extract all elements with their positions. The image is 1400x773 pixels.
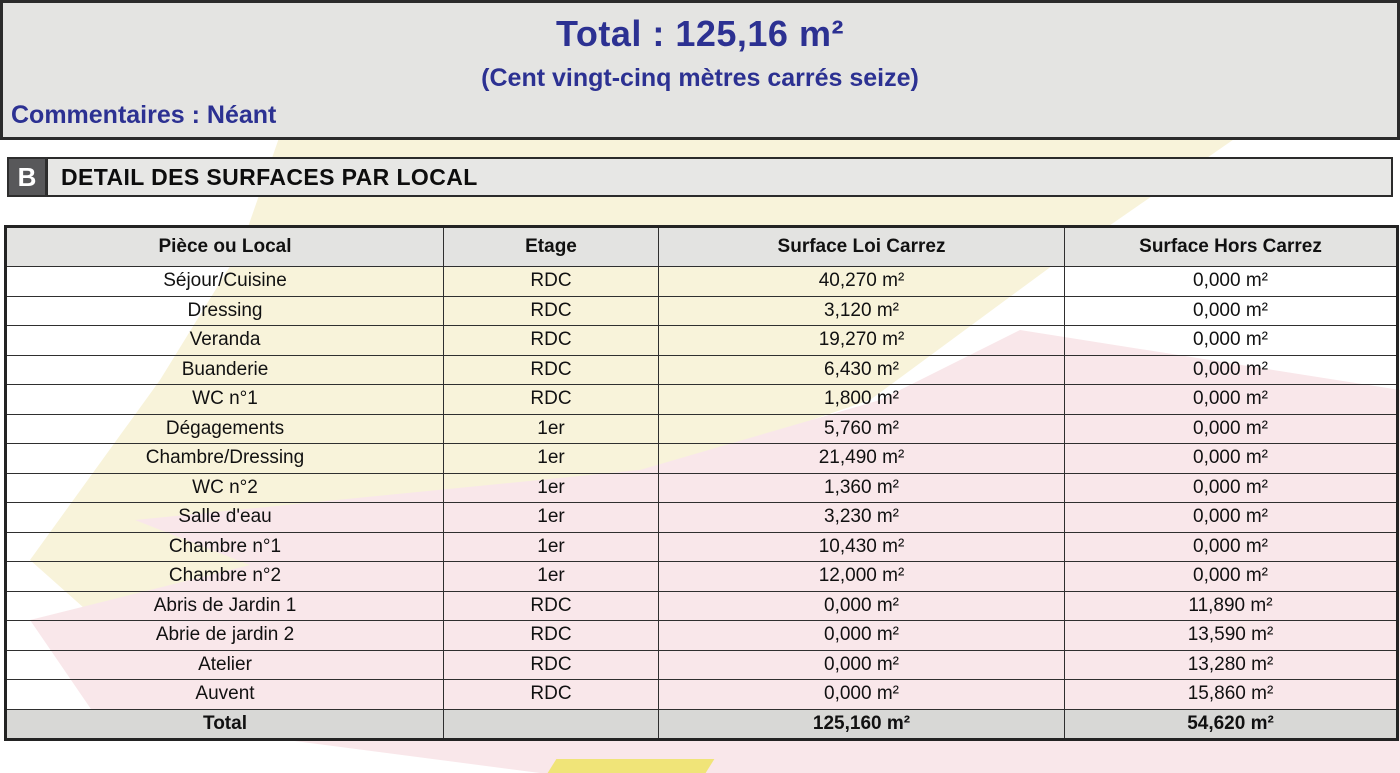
cell-etage: 1er [444,562,659,592]
table-row: Salle d'eau1er3,230 m²0,000 m² [6,503,1398,533]
cell-piece: Abrie de jardin 2 [6,621,444,651]
cell-piece: Veranda [6,326,444,356]
cell-etage: 1er [444,473,659,503]
total-etage-cell [444,709,659,739]
table-row: WC n°21er1,360 m²0,000 m² [6,473,1398,503]
cell-etage: RDC [444,680,659,710]
cell-loi-carrez: 1,800 m² [659,385,1065,415]
cell-etage: RDC [444,591,659,621]
section-title: DETAIL DES SURFACES PAR LOCAL [47,157,1393,197]
cell-piece: WC n°2 [6,473,444,503]
table-row: Séjour/CuisineRDC40,270 m²0,000 m² [6,267,1398,297]
cell-loi-carrez: 6,430 m² [659,355,1065,385]
cell-loi-carrez: 5,760 m² [659,414,1065,444]
cell-loi-carrez: 10,430 m² [659,532,1065,562]
total-label-cell: Total [6,709,444,739]
cell-etage: 1er [444,414,659,444]
surfaces-table: Pièce ou Local Etage Surface Loi Carrez … [4,225,1399,741]
table-row: AtelierRDC0,000 m²13,280 m² [6,650,1398,680]
table-row: VerandaRDC19,270 m²0,000 m² [6,326,1398,356]
cell-hors-carrez: 0,000 m² [1065,296,1398,326]
cell-hors-carrez: 0,000 m² [1065,414,1398,444]
cell-piece: Abris de Jardin 1 [6,591,444,621]
cell-loi-carrez: 0,000 m² [659,591,1065,621]
cell-etage: RDC [444,296,659,326]
cell-etage: RDC [444,621,659,651]
cell-loi-carrez: 21,490 m² [659,444,1065,474]
col-header-hors-carrez: Surface Hors Carrez [1065,227,1398,267]
cell-hors-carrez: 0,000 m² [1065,503,1398,533]
cell-hors-carrez: 0,000 m² [1065,267,1398,297]
cell-piece: Buanderie [6,355,444,385]
table-body: Séjour/CuisineRDC40,270 m²0,000 m²Dressi… [6,267,1398,710]
cell-loi-carrez: 0,000 m² [659,621,1065,651]
cell-piece: Séjour/Cuisine [6,267,444,297]
cell-hors-carrez: 0,000 m² [1065,444,1398,474]
cell-loi-carrez: 12,000 m² [659,562,1065,592]
cell-hors-carrez: 0,000 m² [1065,385,1398,415]
table-row: Dégagements1er5,760 m²0,000 m² [6,414,1398,444]
cell-etage: RDC [444,267,659,297]
table-row: BuanderieRDC6,430 m²0,000 m² [6,355,1398,385]
cell-etage: RDC [444,650,659,680]
cell-piece: Chambre/Dressing [6,444,444,474]
col-header-loi-carrez: Surface Loi Carrez [659,227,1065,267]
cell-piece: Auvent [6,680,444,710]
watermark-yellow-accent [548,759,715,773]
table-row: Abrie de jardin 2RDC0,000 m²13,590 m² [6,621,1398,651]
cell-hors-carrez: 0,000 m² [1065,326,1398,356]
cell-piece: Chambre n°1 [6,532,444,562]
cell-piece: Dégagements [6,414,444,444]
table-row: AuventRDC0,000 m²15,860 m² [6,680,1398,710]
cell-piece: WC n°1 [6,385,444,415]
total-surface-title: Total : 125,16 m² [3,3,1397,55]
cell-loi-carrez: 40,270 m² [659,267,1065,297]
cell-piece: Salle d'eau [6,503,444,533]
cell-piece: Dressing [6,296,444,326]
cell-loi-carrez: 19,270 m² [659,326,1065,356]
table-row: Chambre/Dressing1er21,490 m²0,000 m² [6,444,1398,474]
total-hors-carrez-cell: 54,620 m² [1065,709,1398,739]
total-summary-box: Total : 125,16 m² (Cent vingt-cinq mètre… [0,0,1400,140]
cell-hors-carrez: 13,280 m² [1065,650,1398,680]
col-header-etage: Etage [444,227,659,267]
cell-hors-carrez: 0,000 m² [1065,532,1398,562]
cell-loi-carrez: 0,000 m² [659,680,1065,710]
cell-etage: RDC [444,326,659,356]
cell-etage: 1er [444,444,659,474]
cell-loi-carrez: 3,230 m² [659,503,1065,533]
table-header-row: Pièce ou Local Etage Surface Loi Carrez … [6,227,1398,267]
cell-etage: RDC [444,355,659,385]
table-row: Chambre n°21er12,000 m²0,000 m² [6,562,1398,592]
cell-loi-carrez: 3,120 m² [659,296,1065,326]
col-header-piece: Pièce ou Local [6,227,444,267]
cell-hors-carrez: 11,890 m² [1065,591,1398,621]
cell-hors-carrez: 13,590 m² [1065,621,1398,651]
table-row: Chambre n°11er10,430 m²0,000 m² [6,532,1398,562]
section-header: B DETAIL DES SURFACES PAR LOCAL [7,157,1393,197]
section-letter-badge: B [7,157,47,197]
total-surface-in-words: (Cent vingt-cinq mètres carrés seize) [3,64,1397,93]
cell-hors-carrez: 0,000 m² [1065,355,1398,385]
table-total-row: Total 125,160 m² 54,620 m² [6,709,1398,739]
comments-line: Commentaires : Néant [3,101,1397,130]
cell-loi-carrez: 1,360 m² [659,473,1065,503]
cell-hors-carrez: 0,000 m² [1065,473,1398,503]
cell-etage: 1er [444,503,659,533]
table-row: Abris de Jardin 1RDC0,000 m²11,890 m² [6,591,1398,621]
cell-piece: Chambre n°2 [6,562,444,592]
cell-hors-carrez: 0,000 m² [1065,562,1398,592]
total-loi-carrez-cell: 125,160 m² [659,709,1065,739]
table-row: DressingRDC3,120 m²0,000 m² [6,296,1398,326]
cell-hors-carrez: 15,860 m² [1065,680,1398,710]
cell-etage: 1er [444,532,659,562]
cell-loi-carrez: 0,000 m² [659,650,1065,680]
cell-piece: Atelier [6,650,444,680]
cell-etage: RDC [444,385,659,415]
table-row: WC n°1RDC1,800 m²0,000 m² [6,385,1398,415]
